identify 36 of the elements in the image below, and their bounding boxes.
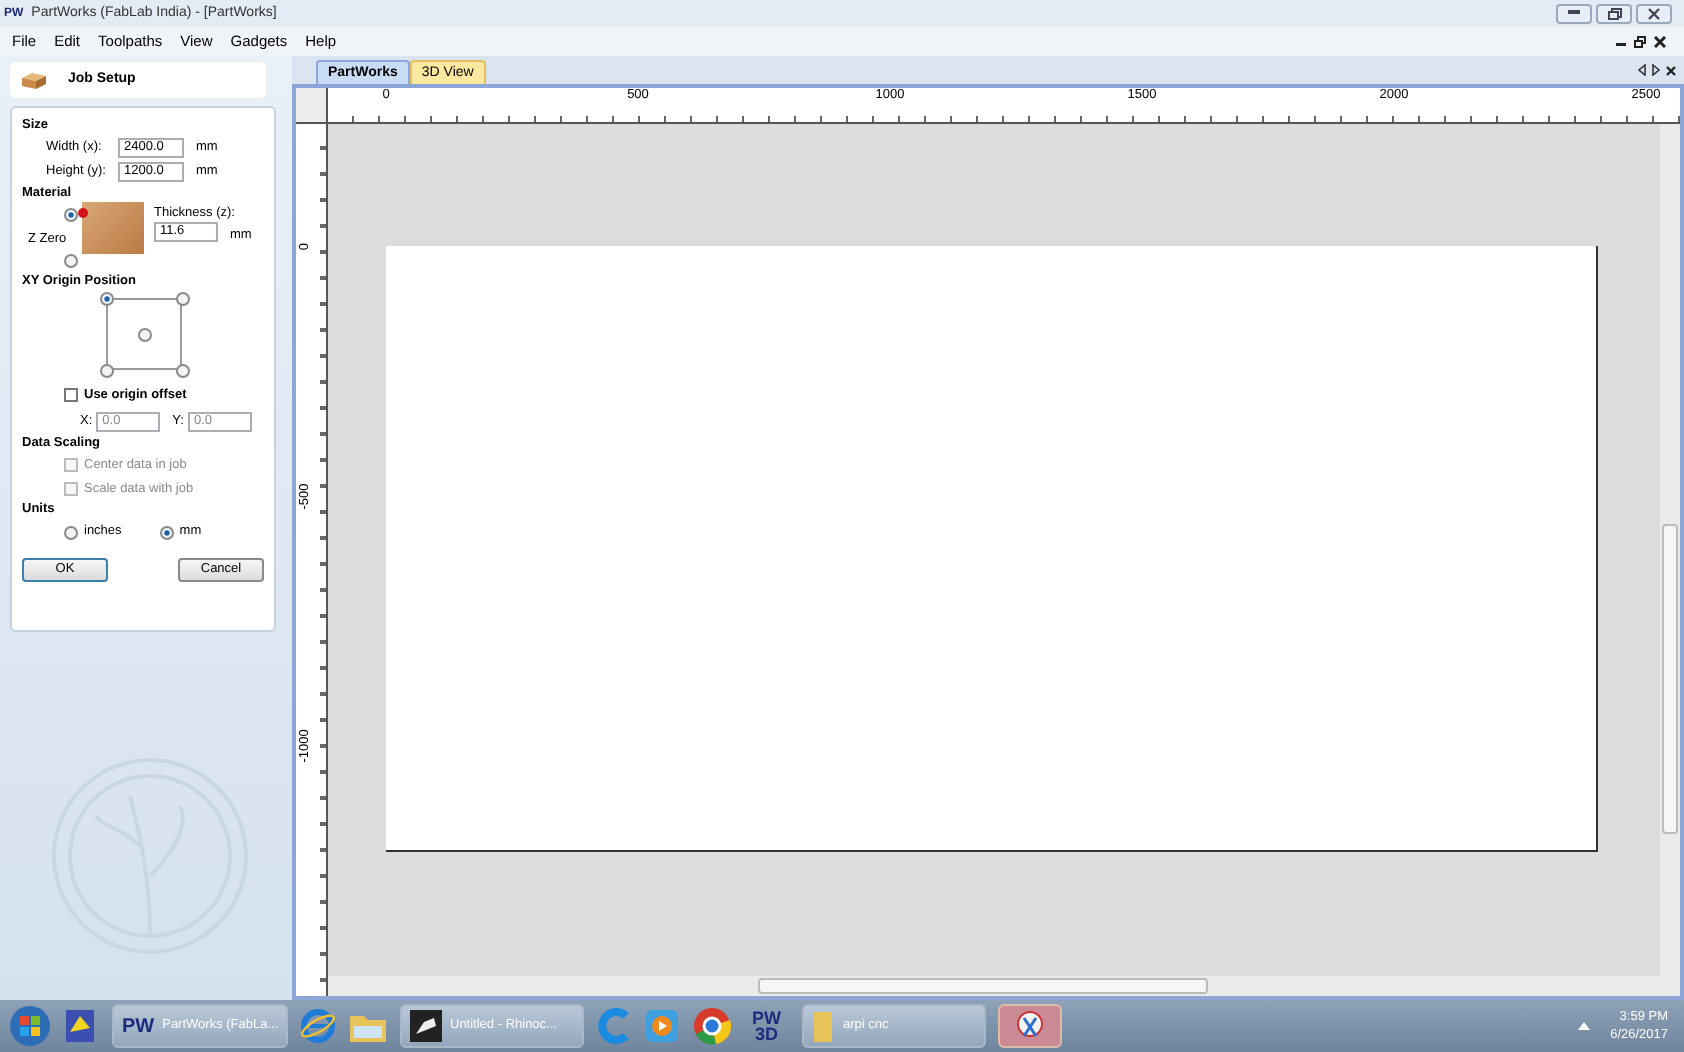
material-block-drawing: [82, 202, 144, 254]
chrome-browser-icon[interactable]: [692, 1006, 732, 1046]
scrollbar-thumb[interactable]: [758, 978, 1208, 994]
media-player-icon[interactable]: [644, 1008, 680, 1044]
app-icon[interactable]: [64, 1008, 96, 1044]
radio-button[interactable]: [64, 525, 78, 540]
minimize-icon: [1568, 10, 1580, 16]
start-orb-icon[interactable]: [8, 1004, 52, 1048]
radio-button[interactable]: [64, 254, 78, 268]
material-block-icon: [20, 71, 48, 89]
taskbar-button[interactable]: [997, 1004, 1061, 1048]
radio-button[interactable]: [138, 328, 152, 342]
show-hidden-icons-icon[interactable]: [1578, 1022, 1591, 1030]
scroll-right-icon[interactable]: [1652, 64, 1660, 76]
radio-button[interactable]: [100, 292, 114, 306]
radio-button[interactable]: [100, 364, 114, 378]
restore-icon[interactable]: [1634, 35, 1646, 47]
browser-icon[interactable]: [300, 1008, 336, 1044]
radio-button[interactable]: [159, 525, 174, 540]
app-logo: PW: [122, 1013, 155, 1041]
close-icon: [1648, 7, 1660, 19]
radio-button[interactable]: [176, 364, 190, 378]
scrollbar-thumb[interactable]: [1662, 524, 1678, 834]
restore-button[interactable]: [1596, 3, 1632, 23]
radio-button[interactable]: [64, 208, 78, 222]
close-button[interactable]: [1636, 3, 1672, 23]
scroll-left-icon[interactable]: [1638, 64, 1646, 76]
app-logo[interactable]: PW 3D: [744, 1010, 789, 1042]
close-icon[interactable]: [1654, 35, 1666, 47]
horizontal-scrollbar[interactable]: [328, 976, 1680, 996]
radio-button[interactable]: [176, 292, 190, 306]
vertical-scrollbar[interactable]: [1660, 124, 1680, 976]
minimize-button[interactable]: [1556, 3, 1592, 23]
checkbox[interactable]: [64, 388, 78, 403]
close-icon[interactable]: [1666, 65, 1676, 75]
restore-icon: [1607, 7, 1621, 19]
